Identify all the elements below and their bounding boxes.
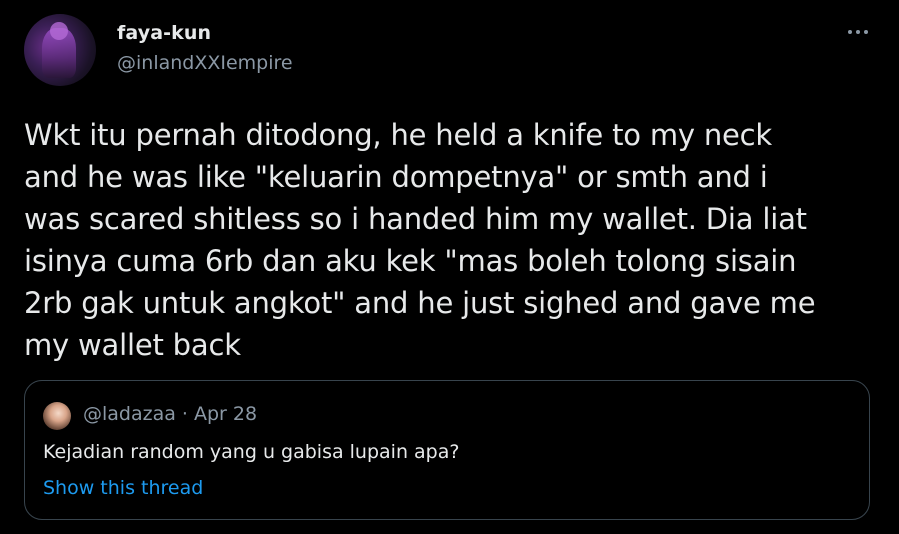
more-horizontal-icon — [864, 30, 868, 34]
show-thread-link[interactable]: Show this thread — [43, 477, 203, 499]
author-handle[interactable]: @inlandXXIempire — [117, 52, 293, 74]
quoted-author-handle-date: @ladazaa · Apr 28 — [83, 403, 258, 425]
tweet-text: Wkt itu pernah ditodong, he held a knife… — [24, 118, 816, 362]
author-name[interactable]: faya-kun — [117, 22, 211, 44]
more-options-button[interactable] — [838, 18, 878, 46]
more-horizontal-icon — [856, 30, 860, 34]
quoted-tweet-card[interactable]: @ladazaa · Apr 28 Kejadian random yang u… — [24, 380, 870, 520]
author-avatar[interactable] — [24, 14, 96, 86]
avatar-head — [50, 22, 68, 40]
more-horizontal-icon — [848, 30, 852, 34]
quoted-tweet-text: Kejadian random yang u gabisa lupain apa… — [43, 441, 460, 463]
tweet: faya-kun @inlandXXIempire Wkt itu pernah… — [0, 0, 899, 534]
quoted-author-avatar — [43, 402, 71, 430]
